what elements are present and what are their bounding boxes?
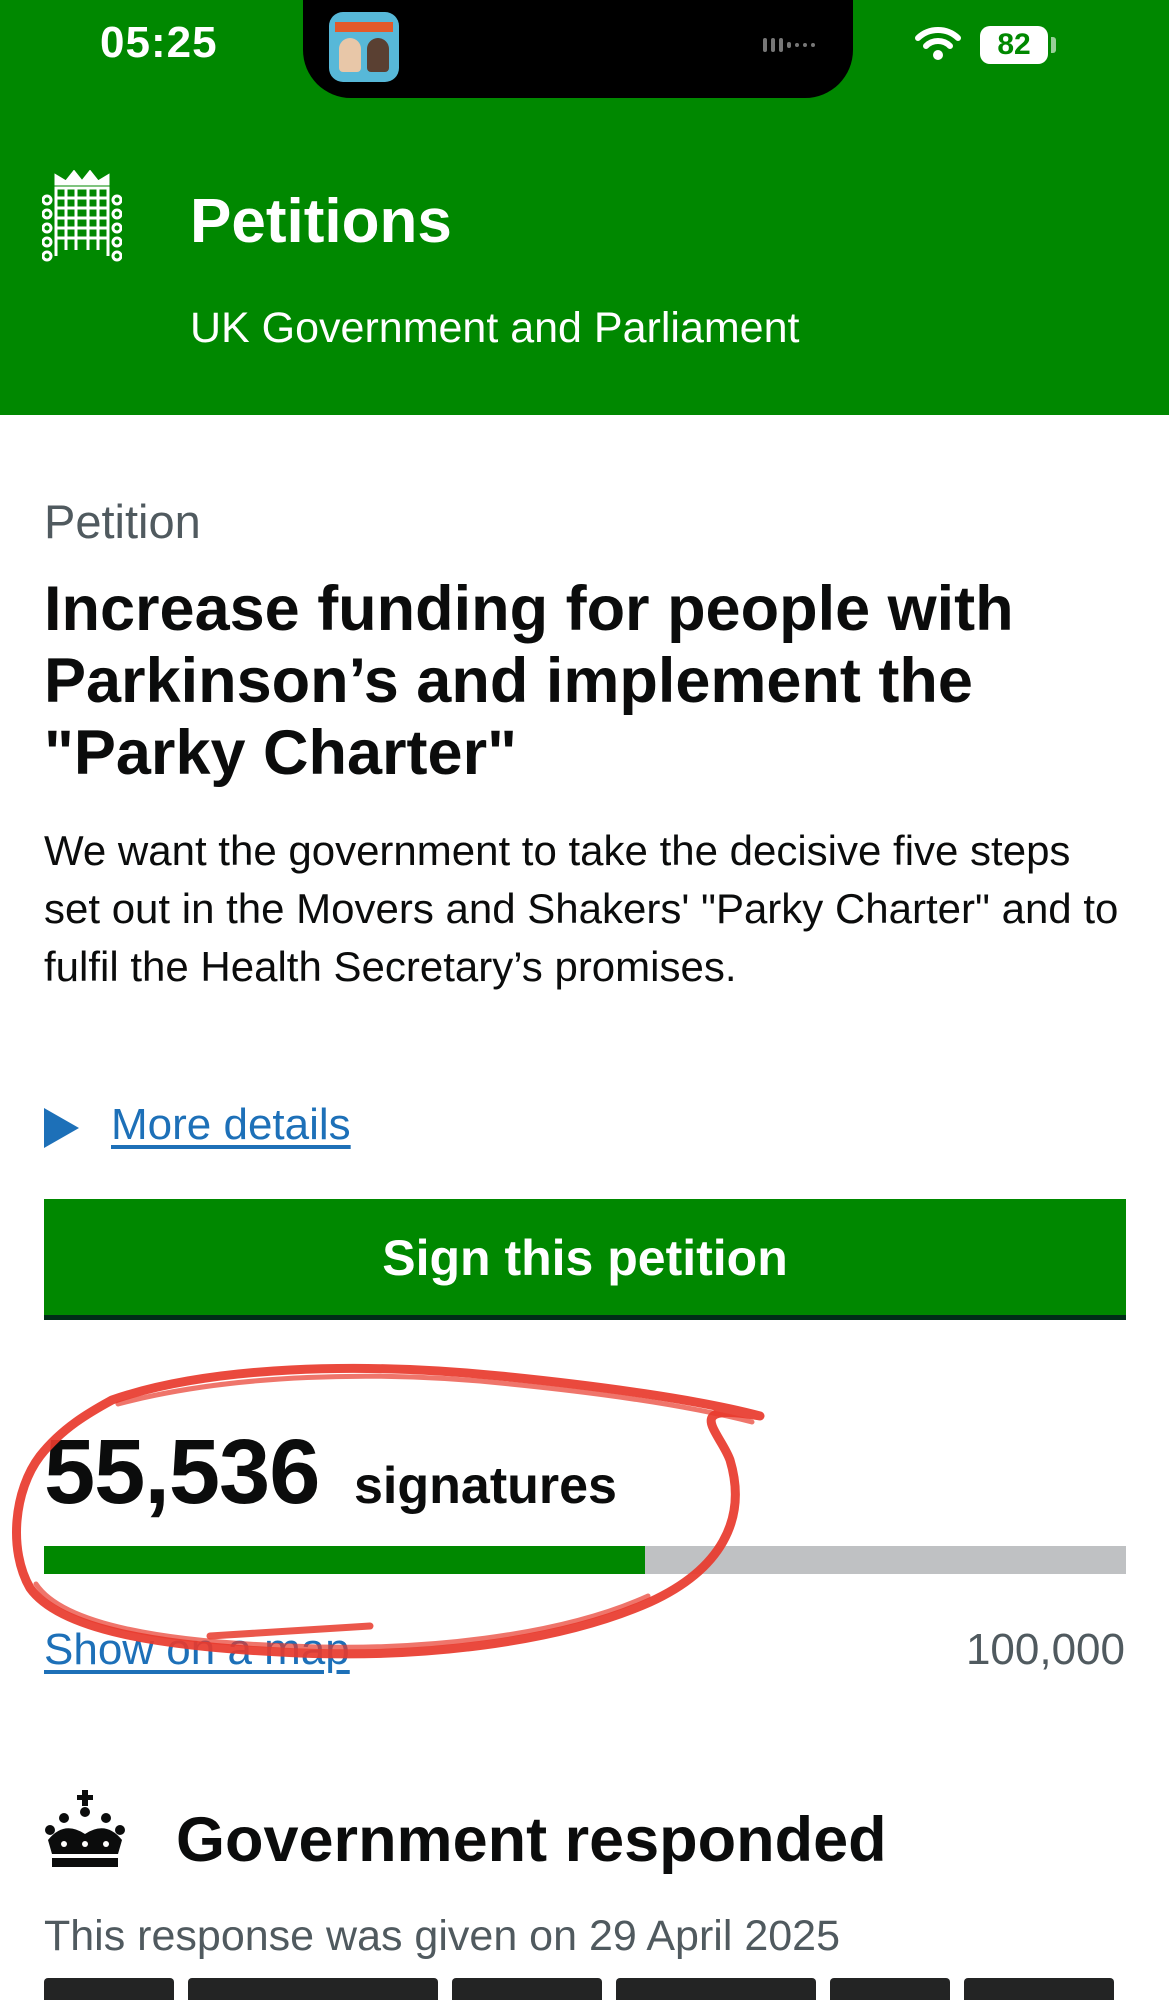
site-header: 05:25 82 Petitions UK Government and Par… — [0, 0, 1169, 415]
page-caption: Petition — [44, 495, 201, 548]
battery-tip — [1051, 37, 1056, 53]
more-details-link[interactable]: More details — [111, 1100, 351, 1150]
disclosure-triangle-icon[interactable] — [44, 1108, 79, 1148]
response-text-cut-off — [44, 1978, 1134, 2000]
crown-icon — [45, 1790, 125, 1867]
dynamic-island[interactable] — [303, 0, 853, 98]
now-playing-artwork[interactable] — [329, 12, 399, 82]
petition-title: Increase funding for people with Parkins… — [44, 574, 1014, 788]
signature-target: 100,000 — [965, 1625, 1125, 1674]
artwork-person-right — [367, 38, 389, 72]
wifi-icon — [915, 27, 961, 60]
battery-level: 82 — [997, 28, 1031, 61]
status-time: 05:25 — [100, 18, 218, 67]
sign-petition-button[interactable]: Sign this petition — [44, 1199, 1126, 1320]
response-date: This response was given on 29 April 2025 — [44, 1912, 840, 1960]
artwork-person-left — [339, 38, 361, 72]
government-response-heading: Government responded — [176, 1805, 887, 1875]
petition-summary: We want the government to take the decis… — [44, 827, 1119, 990]
site-subtitle: UK Government and Parliament — [190, 304, 800, 352]
red-annotation-circle — [12, 1363, 765, 1659]
artwork-banner — [335, 22, 393, 32]
portcullis-icon[interactable] — [42, 170, 122, 266]
audio-waveform-icon — [763, 38, 823, 52]
battery-icon: 82 — [980, 26, 1048, 64]
site-title[interactable]: Petitions — [190, 186, 452, 257]
